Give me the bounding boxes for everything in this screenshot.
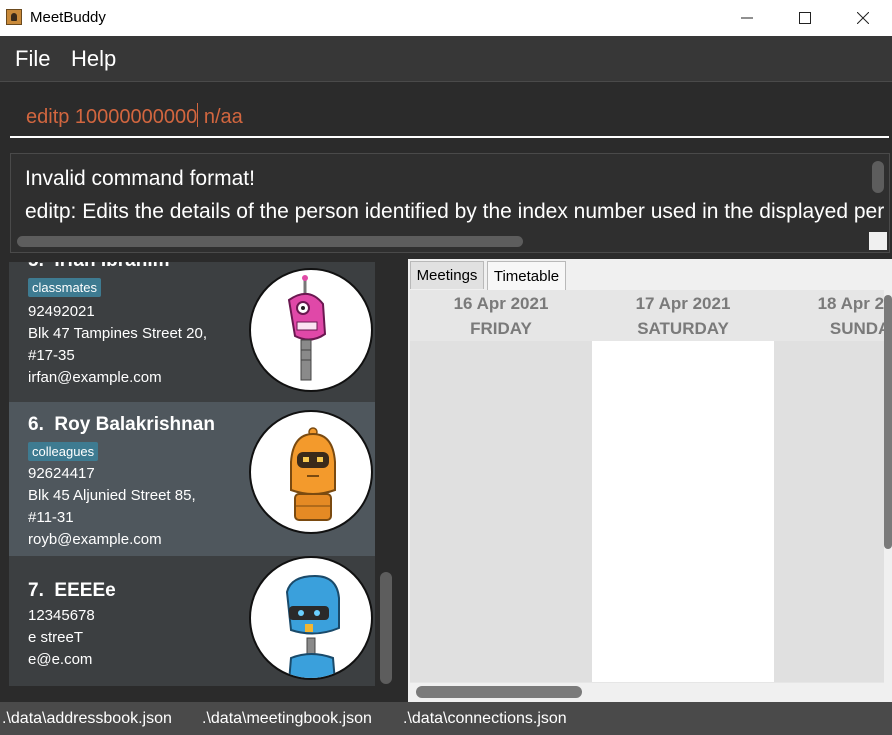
window-title: MeetBuddy: [30, 9, 106, 26]
day-slot-area[interactable]: [774, 341, 884, 682]
robot-avatar: [249, 556, 373, 680]
result-horizontal-scrollbar[interactable]: [17, 236, 523, 247]
person-name: 5. Irfan Ibrahim: [28, 262, 170, 272]
person-name: 7. EEEEe: [28, 580, 116, 601]
minimize-icon: [741, 17, 753, 19]
menu-file[interactable]: File: [15, 46, 50, 72]
person-name: 6. Roy Balakrishnan: [28, 414, 215, 435]
maximize-button[interactable]: [776, 0, 834, 36]
day-date: 16 Apr 2021: [453, 294, 549, 313]
command-input[interactable]: editp 10000000000 n/aa: [10, 92, 889, 138]
person-email: e@e.com: [28, 651, 93, 668]
person-address: Blk 47 Tampines Street 20,: [28, 325, 207, 342]
status-meetingbook-path: .\data\meetingbook.json: [202, 710, 372, 727]
app-icon: [6, 9, 22, 25]
command-suffix: n/aa: [203, 106, 243, 128]
status-connections-path: .\data\connections.json: [403, 710, 567, 727]
result-vertical-scrollbar[interactable]: [872, 161, 884, 193]
robot-avatar: [249, 268, 373, 392]
person-address-line2: #11-31: [28, 509, 74, 526]
day-name: SATURDAY: [637, 319, 729, 338]
text-caret: [197, 103, 199, 127]
person-email: royb@example.com: [28, 531, 162, 548]
person-list[interactable]: 5. Irfan Ibrahim classmates 92492021 Blk…: [9, 262, 375, 686]
day-date: 17 Apr 2021: [635, 294, 731, 313]
menu-help[interactable]: Help: [71, 46, 116, 72]
menu-bar: File Help: [0, 36, 892, 82]
person-address: e streeT: [28, 629, 84, 646]
status-addressbook-path: .\data\addressbook.json: [2, 710, 172, 727]
command-value: editp 10000000000: [26, 106, 198, 128]
result-line-1: Invalid command format!: [25, 167, 255, 190]
person-address-line2: #17-35: [28, 347, 75, 364]
day-name: SUNDAY: [829, 319, 884, 338]
person-card[interactable]: 7. EEEEe 12345678 e streeT e@e.com: [9, 556, 375, 686]
person-phone: 92492021: [28, 303, 95, 320]
person-card[interactable]: 5. Irfan Ibrahim classmates 92492021 Blk…: [9, 262, 375, 402]
tag-label: colleagues: [28, 442, 99, 461]
day-name: FRIDAY: [470, 319, 532, 338]
person-phone: 12345678: [28, 607, 95, 624]
tab-timetable[interactable]: Timetable: [487, 261, 566, 291]
person-email: irfan@example.com: [28, 369, 162, 386]
tag-label: classmates: [28, 278, 102, 297]
day-slot-area[interactable]: [592, 341, 774, 682]
result-display[interactable]: Invalid command format! editp: Edits the…: [10, 153, 890, 253]
close-icon: [857, 12, 869, 24]
person-card-selected[interactable]: 6. Roy Balakrishnan colleagues 92624417 …: [9, 402, 375, 556]
title-bar: MeetBuddy: [0, 0, 892, 36]
timetable-view[interactable]: 16 Apr 2021 FRIDAY 17 Apr 2021 SATURDAY …: [410, 290, 884, 683]
day-slot-area[interactable]: [410, 341, 592, 682]
robot-pink-icon: [287, 275, 327, 381]
person-address: Blk 45 Aljunied Street 85,: [28, 487, 196, 504]
day-column-sunday: 18 Apr 2021 SUNDAY: [774, 290, 884, 682]
minimize-button[interactable]: [718, 0, 776, 36]
robot-avatar: [249, 410, 373, 534]
timetable-vertical-scrollbar[interactable]: [884, 295, 892, 549]
day-date: 18 Apr 2021: [817, 294, 884, 313]
maximize-icon: [799, 12, 811, 24]
tab-pane: Meetings Timetable 16 Apr 2021 FRIDAY 17…: [408, 259, 892, 702]
tab-meetings[interactable]: Meetings: [410, 261, 484, 289]
close-button[interactable]: [834, 0, 892, 36]
scroll-corner: [869, 232, 887, 250]
day-column-saturday: 17 Apr 2021 SATURDAY: [592, 290, 774, 682]
person-list-scrollbar[interactable]: [380, 572, 392, 684]
person-phone: 92624417: [28, 465, 95, 482]
robot-orange-icon: [290, 427, 336, 521]
result-line-2: editp: Edits the details of the person i…: [25, 200, 885, 223]
day-column-friday: 16 Apr 2021 FRIDAY: [410, 290, 592, 682]
robot-blue-icon: [285, 574, 340, 678]
timetable-horizontal-scrollbar[interactable]: [416, 686, 582, 698]
command-text: editp 10000000000 n/aa: [26, 103, 243, 129]
status-bar: .\data\addressbook.json .\data\meetingbo…: [0, 702, 892, 735]
